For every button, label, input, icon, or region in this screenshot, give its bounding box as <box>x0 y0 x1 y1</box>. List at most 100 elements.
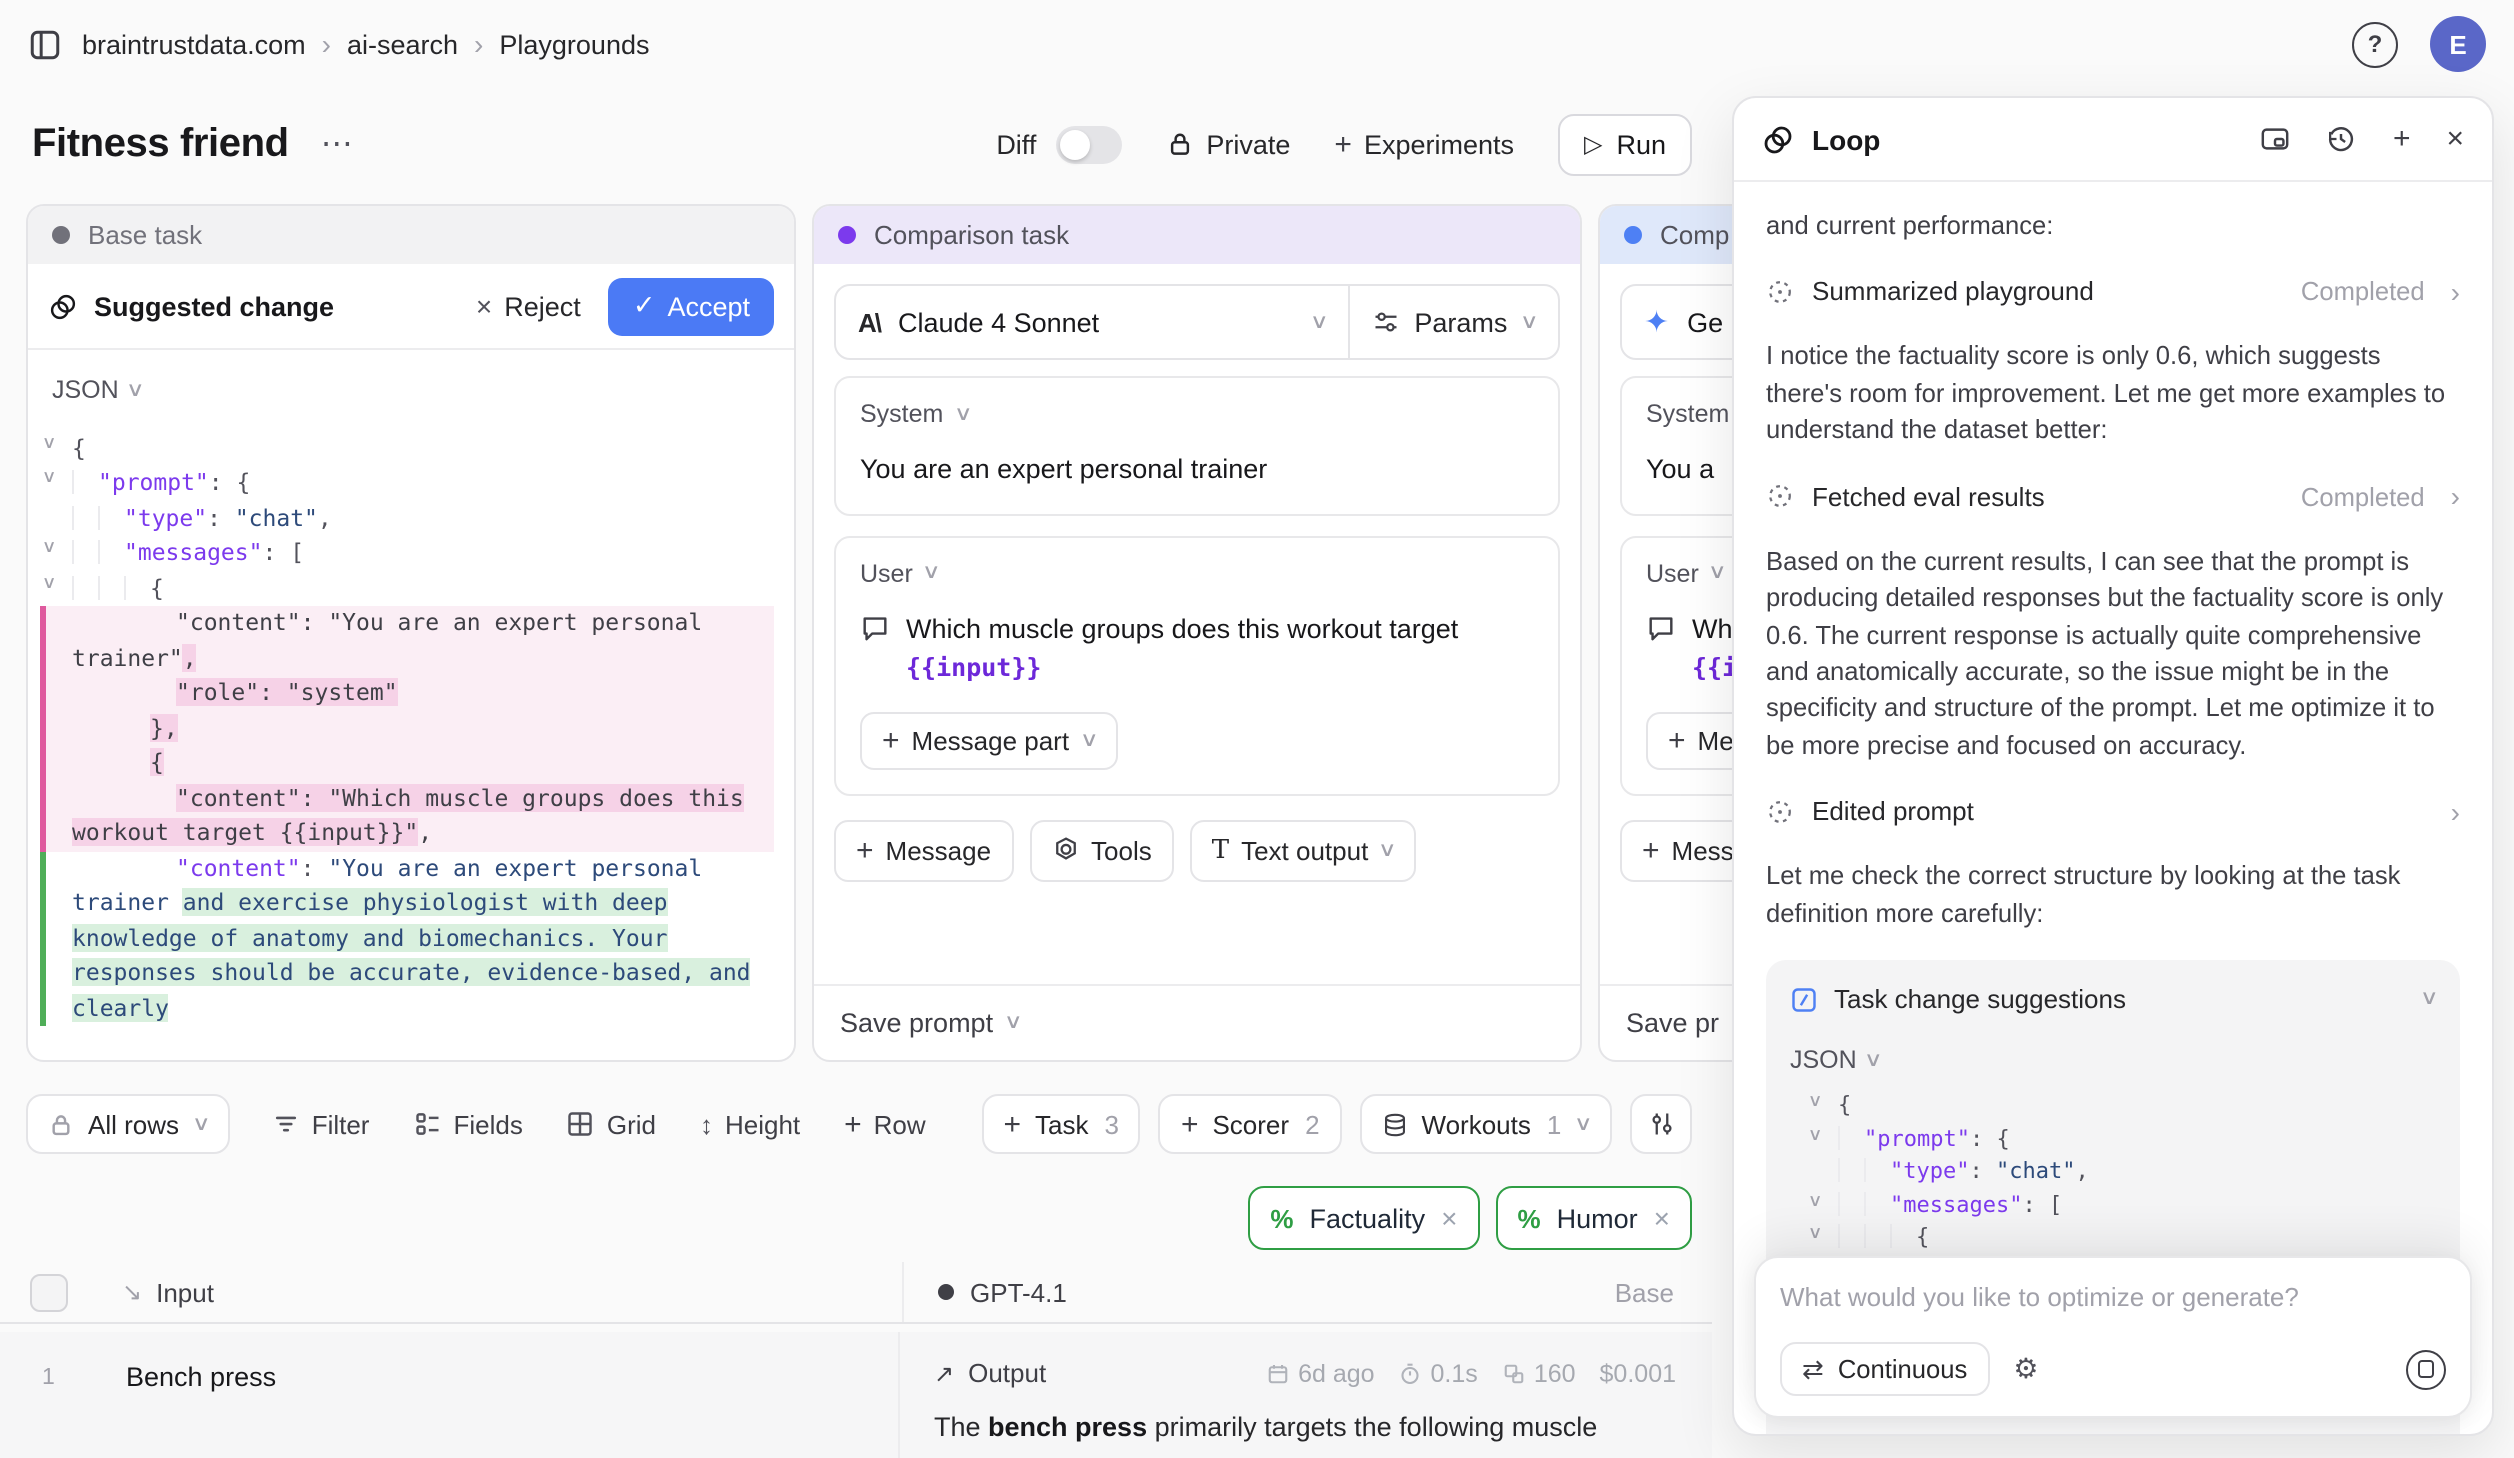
params-button[interactable]: Params ∨ <box>1348 286 1558 358</box>
add-message-button[interactable]: + Message <box>834 819 1013 881</box>
base-column-label: Base <box>1615 1277 1712 1307</box>
input-column-header[interactable]: ↘ Input <box>122 1277 902 1307</box>
check-icon: ✓ <box>633 290 656 322</box>
system-message-text[interactable]: You are an expert personal trainer <box>860 450 1534 489</box>
breadcrumb-project[interactable]: ai-search <box>347 29 458 59</box>
code-line: "content": "You are an expert personal t… <box>72 607 774 677</box>
remove-icon[interactable]: × <box>1441 1202 1457 1234</box>
select-all-checkbox[interactable] <box>30 1273 68 1311</box>
title-menu-button[interactable]: ⋯ <box>313 120 361 168</box>
humor-scorer-badge[interactable]: % Humor × <box>1495 1186 1692 1250</box>
code-line: ∨"messages": [ <box>72 537 774 572</box>
suggestions-card-header[interactable]: Task change suggestions ∨ <box>1790 984 2436 1014</box>
accept-button[interactable]: ✓ Accept <box>609 277 774 335</box>
step-progress-icon <box>1766 482 1794 510</box>
text-output-button[interactable]: T Text output ∨ <box>1190 819 1417 881</box>
height-button[interactable]: ↕ Height <box>682 1094 818 1154</box>
chevron-down-icon: ∨ <box>1864 1049 1883 1071</box>
workouts-dataset-button[interactable]: Workouts 1 ∨ <box>1360 1094 1612 1154</box>
collapse-chevron-icon[interactable]: ∨ <box>1808 1189 1821 1215</box>
user-message-text[interactable]: Which muscle groups does this workout ta… <box>860 609 1534 687</box>
code-block-rem: "content": "You are an expert personal t… <box>40 607 774 852</box>
collapse-chevron-icon[interactable]: ∨ <box>42 467 55 493</box>
comparison-task-header[interactable]: Comparison task <box>814 206 1580 264</box>
factuality-scorer-badge[interactable]: % Factuality × <box>1248 1186 1479 1250</box>
base-task-json-editor[interactable]: ∨{∨"prompt": {"type": "chat",∨"messages"… <box>28 416 794 1026</box>
base-task-header[interactable]: Base task <box>28 206 794 264</box>
collapse-chevron-icon[interactable]: ∨ <box>1808 1222 1821 1248</box>
loop-message-text: Let me check the correct structure by lo… <box>1766 858 2460 932</box>
chevron-down-icon: ∨ <box>953 403 972 425</box>
breadcrumb-section[interactable]: Playgrounds <box>499 29 649 59</box>
format-label: JSON <box>1790 1046 1857 1074</box>
x-icon: × <box>476 290 492 322</box>
suggestions-card-title: Task change suggestions <box>1834 984 2126 1014</box>
loop-step[interactable]: Edited prompt› <box>1766 792 2460 830</box>
view-settings-button[interactable] <box>1630 1094 1692 1154</box>
collapse-chevron-icon[interactable]: ∨ <box>42 537 55 563</box>
app-root: braintrustdata.com › ai-search › Playgro… <box>0 0 2514 1458</box>
code-line: }, <box>72 712 774 747</box>
task-count: 3 <box>1104 1109 1118 1139</box>
filter-button[interactable]: Filter <box>254 1094 388 1154</box>
collapse-chevron-icon[interactable]: ∨ <box>1808 1090 1821 1116</box>
collapse-chevron-icon[interactable]: ∨ <box>1808 1123 1821 1149</box>
system-message-card[interactable]: System ∨ You are an expert personal trai… <box>834 376 1560 515</box>
grid-button[interactable]: Grid <box>549 1094 674 1154</box>
breadcrumb-org[interactable]: braintrustdata.com <box>82 29 306 59</box>
history-icon[interactable] <box>2327 124 2357 154</box>
chevron-down-icon: ∨ <box>2419 988 2438 1010</box>
private-label: Private <box>1206 129 1290 159</box>
diff-toggle[interactable] <box>1056 125 1122 163</box>
code-line: "content": "You are an expert personal t… <box>72 851 774 1026</box>
experiments-button[interactable]: + Experiments <box>1334 127 1514 161</box>
add-task-button[interactable]: + Task 3 <box>981 1094 1140 1154</box>
template-variable: {{input}} <box>906 652 1041 682</box>
fields-label: Fields <box>453 1109 522 1139</box>
save-prompt-label: Save pr <box>1626 1008 1719 1038</box>
reject-button[interactable]: × Reject <box>464 288 593 324</box>
run-button[interactable]: ▷ Run <box>1558 113 1692 175</box>
user-message-card[interactable]: User ∨ Which muscle groups does this wor… <box>834 535 1560 795</box>
all-rows-button[interactable]: All rows ∨ <box>26 1094 230 1154</box>
task-icon <box>1790 985 1818 1013</box>
table-row[interactable]: 1 Bench press ↗ Output 6d ago 0.1s 160 $… <box>0 1332 1712 1458</box>
code-line: ∨"prompt": { <box>72 467 774 502</box>
add-row-button[interactable]: + Row <box>826 1094 944 1154</box>
popout-icon[interactable] <box>2261 124 2291 154</box>
private-button[interactable]: Private <box>1166 129 1290 159</box>
format-selector[interactable]: JSON ∨ <box>1790 1014 2436 1082</box>
save-prompt-button[interactable]: Save prompt ∨ <box>814 984 1580 1060</box>
scorer-name: Factuality <box>1310 1203 1426 1233</box>
tools-button[interactable]: Tools <box>1029 819 1174 881</box>
breadcrumb: braintrustdata.com › ai-search › Playgro… <box>82 28 650 60</box>
gemini-logo-icon: ✦ <box>1644 304 1669 340</box>
format-selector[interactable]: JSON ∨ <box>28 350 794 416</box>
avatar[interactable]: E <box>2430 16 2486 72</box>
continuous-mode-button[interactable]: ⇄ Continuous <box>1780 1342 1989 1396</box>
model-column-header[interactable]: GPT-4.1 Base <box>902 1262 1712 1322</box>
row-output-cell[interactable]: ↗ Output 6d ago 0.1s 160 $0.001 The benc… <box>898 1332 1712 1458</box>
stop-button[interactable] <box>2406 1349 2446 1389</box>
add-scorer-button[interactable]: + Scorer 2 <box>1159 1094 1342 1154</box>
loop-input-field[interactable]: What would you like to optimize or gener… <box>1780 1282 2446 1312</box>
collapse-chevron-icon[interactable]: ∨ <box>42 432 55 458</box>
sidebar-toggle-icon[interactable] <box>28 27 62 61</box>
message-part-button[interactable]: + Message part ∨ <box>860 711 1118 769</box>
collapse-chevron-icon[interactable]: ∨ <box>42 572 55 598</box>
loop-step[interactable]: Fetched eval resultsCompleted› <box>1766 477 2460 515</box>
row-input-value[interactable]: Bench press <box>126 1362 276 1392</box>
tokens-icon <box>1502 1361 1526 1385</box>
comparison-task-title: Comparison task <box>874 220 1069 250</box>
model-selector[interactable]: A\ Claude 4 Sonnet ∨ <box>836 286 1348 358</box>
help-button[interactable]: ? <box>2352 21 2398 67</box>
remove-icon[interactable]: × <box>1654 1202 1670 1234</box>
gear-icon[interactable]: ⚙ <box>2013 1352 2038 1386</box>
close-icon[interactable]: × <box>2446 122 2464 156</box>
new-chat-icon[interactable]: + <box>2393 122 2411 156</box>
loop-step[interactable]: Summarized playgroundCompleted› <box>1766 273 2460 311</box>
plus-icon: + <box>882 723 900 757</box>
fields-button[interactable]: Fields <box>395 1094 540 1154</box>
play-icon: ▷ <box>1584 130 1602 158</box>
loop-panel-header: Loop + × <box>1734 98 2492 182</box>
